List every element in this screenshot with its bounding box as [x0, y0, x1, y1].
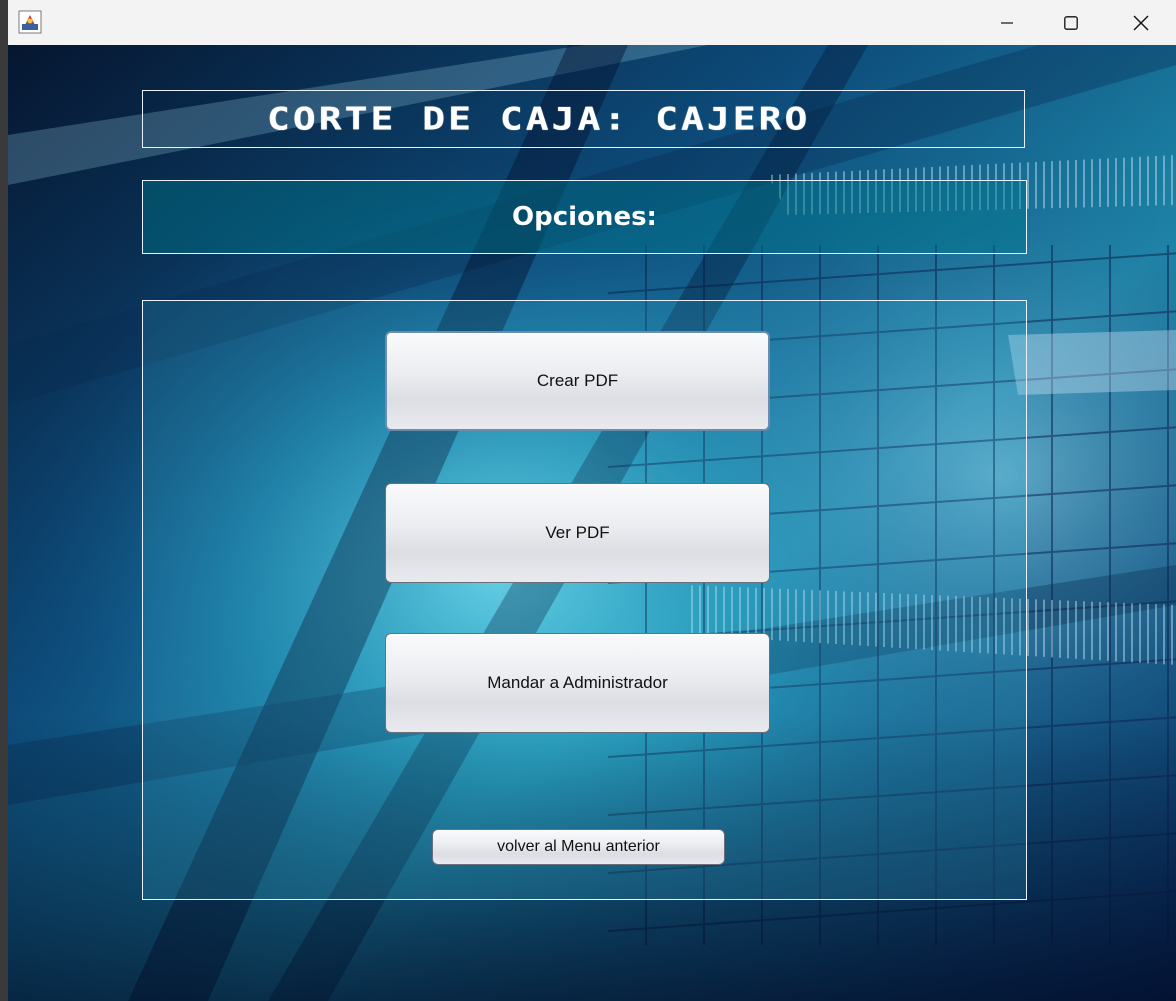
options-panel: Crear PDF Ver PDF Mandar a Administrador…	[142, 300, 1027, 900]
close-icon	[1133, 15, 1149, 30]
create-pdf-button[interactable]: Crear PDF	[385, 331, 770, 431]
title-bar[interactable]	[8, 0, 1176, 46]
maximize-icon	[1064, 15, 1078, 30]
app-window: CORTE DE CAJA: CAJERO Opciones: Crear PD…	[8, 0, 1176, 1001]
send-to-admin-button[interactable]: Mandar a Administrador	[385, 633, 770, 733]
close-button[interactable]	[1106, 0, 1176, 45]
options-header-frame: Opciones:	[142, 180, 1027, 254]
view-pdf-button[interactable]: Ver PDF	[385, 483, 770, 583]
back-to-previous-menu-button[interactable]: volver al Menu anterior	[432, 829, 725, 865]
title-frame: CORTE DE CAJA: CAJERO	[142, 90, 1025, 148]
page-title: CORTE DE CAJA: CAJERO	[267, 100, 811, 138]
content-area: CORTE DE CAJA: CAJERO Opciones: Crear PD…	[8, 45, 1176, 1001]
maximize-button[interactable]	[1036, 0, 1106, 45]
minimize-button[interactable]	[972, 0, 1042, 45]
minimize-icon	[1001, 21, 1013, 24]
options-heading: Opciones:	[512, 202, 657, 232]
java-app-icon	[18, 10, 42, 34]
